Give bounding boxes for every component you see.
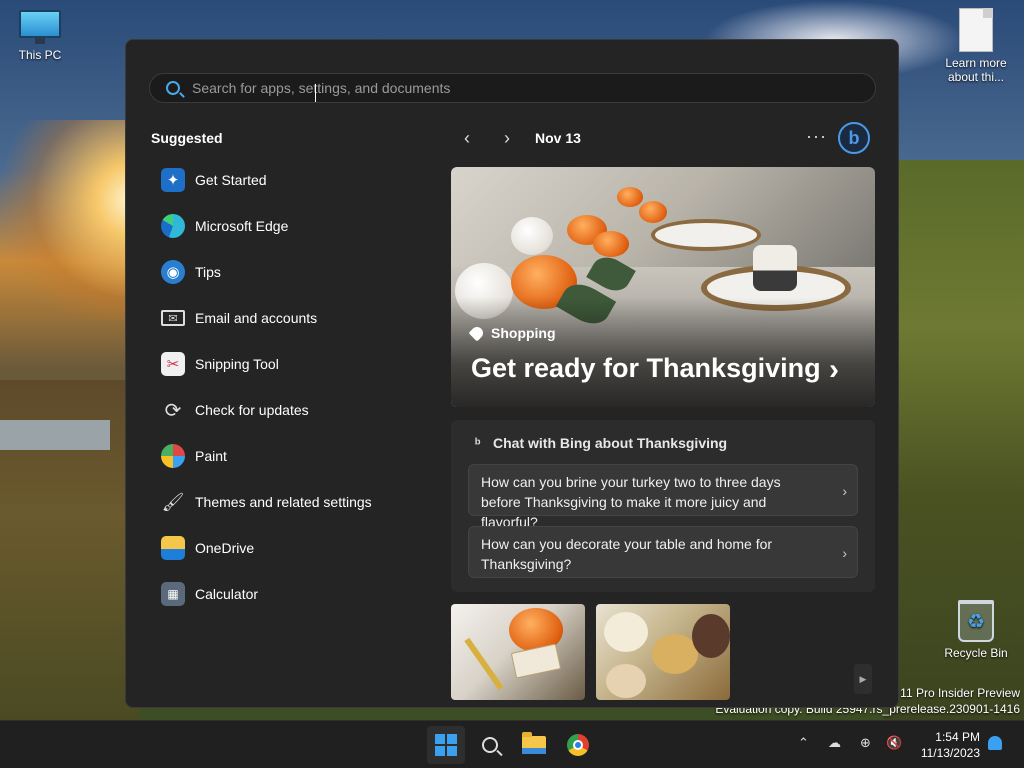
app-label: Microsoft Edge [195, 218, 289, 234]
tips-icon: ◉ [161, 260, 185, 284]
chat-question[interactable]: How can you brine your turkey two to thr… [468, 464, 858, 530]
hero-card[interactable]: Shopping Get ready for Thanksgiving › [451, 167, 875, 407]
app-label: Check for updates [195, 402, 309, 418]
search-icon [166, 81, 180, 95]
desktop-icon-label: Learn more about thi... [945, 56, 1007, 84]
feed-thumbnail[interactable] [451, 604, 585, 700]
app-calculator[interactable]: ▦ Calculator [151, 571, 431, 617]
hero-tag: Shopping [468, 324, 556, 342]
search-box[interactable] [149, 73, 876, 103]
app-snipping-tool[interactable]: ✂ Snipping Tool [151, 341, 431, 387]
paint-icon [161, 444, 185, 468]
chevron-right-icon: › [842, 483, 847, 499]
next-day-button[interactable]: › [495, 128, 519, 148]
app-check-updates[interactable]: ⟳ Check for updates [151, 387, 431, 433]
app-tips[interactable]: ◉ Tips [151, 249, 431, 295]
feed-thumbnails: ▶ [451, 604, 875, 707]
bing-chat-icon: ᵇ [475, 435, 481, 451]
more-options-button[interactable]: ··· [806, 126, 827, 147]
bing-button[interactable]: b [838, 122, 870, 154]
chevron-up-icon[interactable]: ⌃ [798, 735, 809, 751]
app-microsoft-edge[interactable]: Microsoft Edge [151, 203, 431, 249]
folder-icon [522, 732, 546, 754]
suggested-heading: Suggested [151, 130, 223, 146]
bing-icon: b [848, 128, 860, 148]
desktop-icon-recycle-bin[interactable]: ♻ Recycle Bin [936, 600, 1016, 660]
chat-question[interactable]: How can you decorate your table and home… [468, 526, 858, 578]
brush-icon: 🖌 [161, 491, 185, 512]
taskbar: ⌃ ☁ ⊕ 🔇 1:54 PM 11/13/2023 [0, 720, 1024, 768]
suggested-list: ✦ Get Started Microsoft Edge ◉ Tips ✉ Em… [151, 157, 431, 617]
chat-question-text: How can you decorate your table and home… [481, 536, 773, 572]
taskbar-search-button[interactable] [471, 726, 509, 764]
desktop-icon-learn-more[interactable]: Learn more about thi... [936, 8, 1016, 84]
recycle-bin-icon: ♻ [958, 600, 994, 642]
wallpaper-lake [0, 420, 110, 450]
file-explorer-button[interactable] [515, 726, 553, 764]
edge-icon [161, 214, 185, 238]
app-label: Paint [195, 448, 227, 464]
notification-bell-icon[interactable] [988, 736, 1002, 750]
scroll-right-button[interactable]: ▶ [854, 664, 872, 694]
desktop-icon-this-pc[interactable]: This PC [0, 10, 80, 62]
app-paint[interactable]: Paint [151, 433, 431, 479]
previous-day-button[interactable]: ‹ [455, 128, 479, 148]
app-label: Email and accounts [195, 310, 318, 326]
chat-heading: ᵇ Chat with Bing about Thanksgiving [475, 435, 727, 451]
onedrive-status-icon[interactable]: ☁ [828, 735, 841, 751]
app-email-accounts[interactable]: ✉ Email and accounts [151, 295, 431, 341]
app-get-started[interactable]: ✦ Get Started [151, 157, 431, 203]
chevron-right-icon: › [504, 128, 510, 148]
computer-icon [19, 10, 61, 44]
build-watermark-line1: 11 Pro Insider Preview [900, 686, 1020, 700]
app-themes-settings[interactable]: 🖌 Themes and related settings [151, 479, 431, 525]
feed-date: Nov 13 [535, 130, 581, 146]
bing-chat-card: ᵇ Chat with Bing about Thanksgiving How c… [451, 420, 875, 592]
chrome-button[interactable] [559, 726, 597, 764]
calculator-icon: ▦ [161, 582, 185, 606]
desktop-icon-label: This PC [18, 48, 62, 62]
chat-question-text: How can you brine your turkey two to thr… [481, 474, 781, 530]
app-label: Get Started [195, 172, 267, 188]
clock-date: 11/13/2023 [920, 746, 980, 760]
chevron-left-icon: ‹ [464, 128, 470, 148]
start-menu: Suggested ✦ Get Started Microsoft Edge ◉… [125, 39, 899, 708]
windows-logo-icon [435, 734, 457, 756]
snipping-tool-icon: ✂ [161, 352, 185, 376]
onedrive-icon [161, 536, 185, 560]
chevron-right-icon: › [842, 545, 847, 561]
app-label: Calculator [195, 586, 259, 602]
mail-icon: ✉ [161, 310, 185, 326]
refresh-icon: ⟳ [164, 399, 182, 422]
app-label: Themes and related settings [195, 494, 372, 510]
app-label: OneDrive [195, 540, 255, 556]
get-started-icon: ✦ [161, 168, 185, 192]
search-input[interactable] [192, 74, 852, 102]
clock[interactable]: 1:54 PM 11/13/2023 [910, 729, 980, 761]
chevron-right-icon: › [829, 353, 839, 386]
chat-heading-label: Chat with Bing about Thanksgiving [493, 435, 728, 451]
document-icon [959, 8, 993, 52]
clock-time: 1:54 PM [935, 730, 980, 744]
feed-thumbnail[interactable] [596, 604, 730, 700]
search-icon [482, 737, 498, 753]
start-button[interactable] [427, 726, 465, 764]
app-label: Tips [195, 264, 221, 280]
tag-icon [468, 324, 486, 342]
app-onedrive[interactable]: OneDrive [151, 525, 431, 571]
network-icon[interactable]: ⊕ [860, 735, 871, 751]
app-label: Snipping Tool [195, 356, 279, 372]
hero-tag-label: Shopping [491, 325, 556, 341]
volume-muted-icon[interactable]: 🔇 [886, 735, 902, 751]
text-cursor-icon [315, 84, 317, 102]
triangle-right-icon: ▶ [859, 674, 867, 684]
chrome-icon [567, 734, 589, 756]
hero-headline: Get ready for Thanksgiving [471, 353, 821, 383]
desktop-icon-label: Recycle Bin [944, 646, 1008, 660]
